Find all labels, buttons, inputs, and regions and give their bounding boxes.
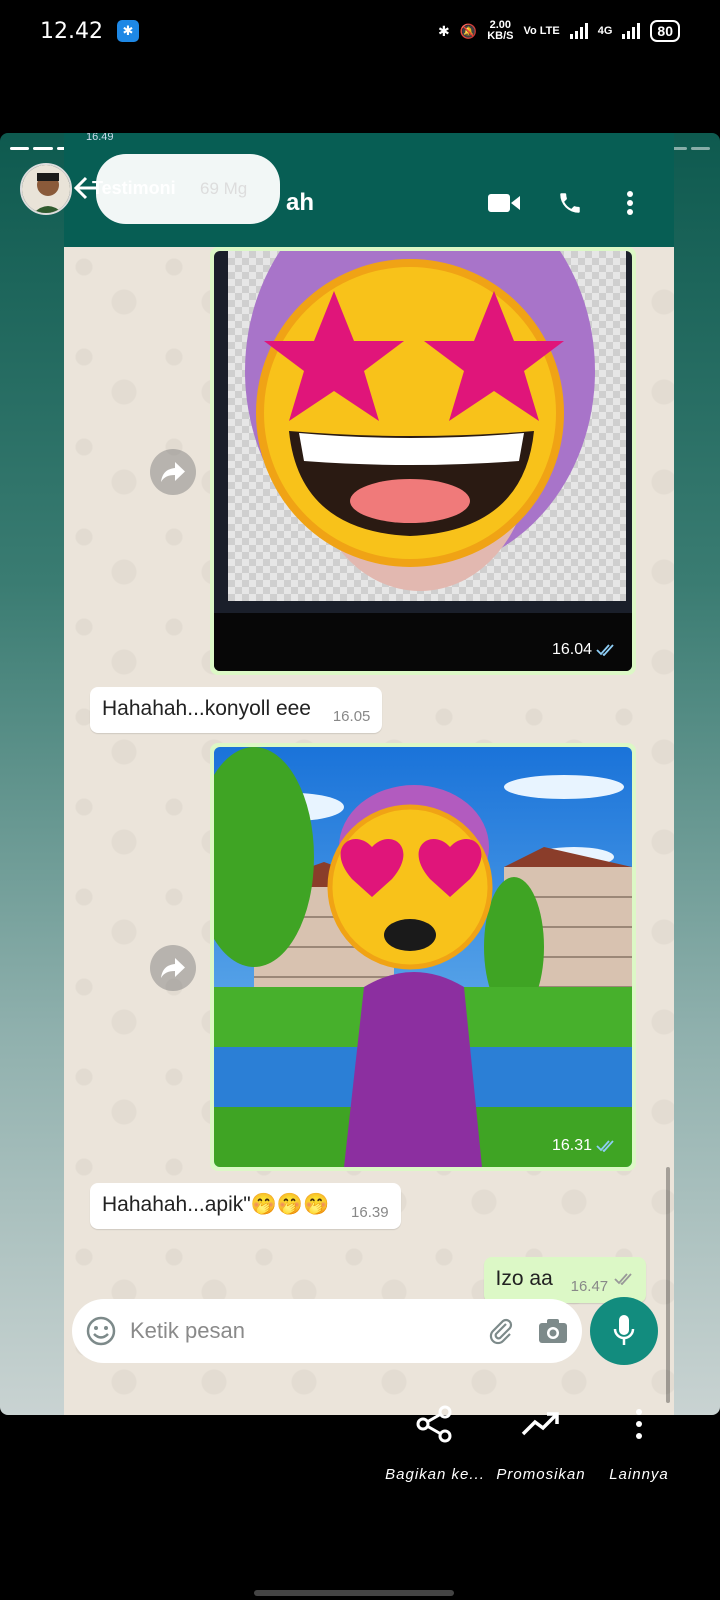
share-icon [416, 1405, 452, 1443]
message-time: 16.04 [552, 641, 616, 659]
trending-up-icon [521, 1412, 559, 1436]
emoji-icon [86, 1316, 116, 1346]
message-photo: 16.04 [214, 251, 632, 671]
forward-icon [150, 945, 196, 991]
story-viewer[interactable]: 16.49 ah 16.04 Hahahah...konyoll eee 16.… [0, 133, 720, 1415]
notification-app-icon: ✱ [116, 20, 139, 42]
contact-name: ah [286, 189, 315, 216]
scrollbar [666, 1167, 670, 1403]
battery-indicator: 80 [650, 20, 680, 42]
network-speed: 2.00 KB/S [487, 19, 514, 42]
share-button[interactable]: Bagikan ke... [385, 1400, 484, 1483]
home-indicator [254, 1590, 454, 1596]
promote-button[interactable]: Promosikan [496, 1400, 586, 1483]
more-button[interactable]: Lainnya [604, 1400, 674, 1483]
video-call-icon [486, 185, 522, 221]
message-photo: 16.31 [214, 747, 632, 1167]
image-message: 16.31 [210, 743, 636, 1171]
attach-icon [489, 1318, 513, 1345]
image-message: 16.04 [210, 247, 636, 675]
mute-icon: 🔕 [459, 22, 478, 39]
message-input-placeholder: Ketik pesan [130, 1318, 245, 1343]
phone-icon [552, 185, 588, 221]
incoming-message: Hahahah...apik"🤭🤭🤭 16.39 [90, 1183, 401, 1229]
screenshot-status-bar: 16.49 [64, 133, 674, 145]
clock: 12.42 [40, 18, 103, 44]
mic-icon [613, 1315, 635, 1345]
promote-label: Promosikan [496, 1466, 586, 1483]
bluetooth-icon: ✱ [438, 22, 450, 39]
signal-icon [569, 23, 588, 39]
forward-icon [150, 449, 196, 495]
double-check-icon [596, 644, 614, 656]
whatsapp-screenshot: 16.49 ah 16.04 Hahahah...konyoll eee 16.… [64, 133, 674, 1415]
more-label: Lainnya [609, 1466, 669, 1483]
signal-icon-2 [622, 23, 641, 39]
message-composer: Ketik pesan [72, 1299, 582, 1363]
chat-area: 16.04 Hahahah...konyoll eee 16.05 16.31 … [64, 247, 674, 1415]
mic-button [590, 1297, 658, 1365]
share-label: Bagikan ke... [385, 1466, 485, 1483]
avatar[interactable] [20, 163, 72, 215]
double-check-icon [596, 1140, 614, 1152]
menu-icon [612, 185, 648, 221]
incoming-message: Hahahah...konyoll eee 16.05 [90, 687, 383, 733]
status-icons: ✱ 🔕 2.00 KB/S Vo LTE 4G 80 [438, 20, 680, 42]
network-type: 4G [597, 24, 613, 37]
camera-icon [539, 1319, 567, 1343]
story-age: 69 Mg [200, 179, 248, 198]
status-bar: 12.42 ✱ ✱ 🔕 2.00 KB/S Vo LTE 4G 80 [0, 0, 720, 62]
double-check-icon [614, 1273, 632, 1286]
more-vertical-icon [636, 1409, 642, 1439]
volte-indicator: Vo LTE [523, 24, 560, 37]
message-time: 16.31 [552, 1137, 616, 1155]
story-actions: Bagikan ke... Promosikan Lainnya [0, 1400, 720, 1520]
story-title: Testimoni [92, 178, 176, 198]
